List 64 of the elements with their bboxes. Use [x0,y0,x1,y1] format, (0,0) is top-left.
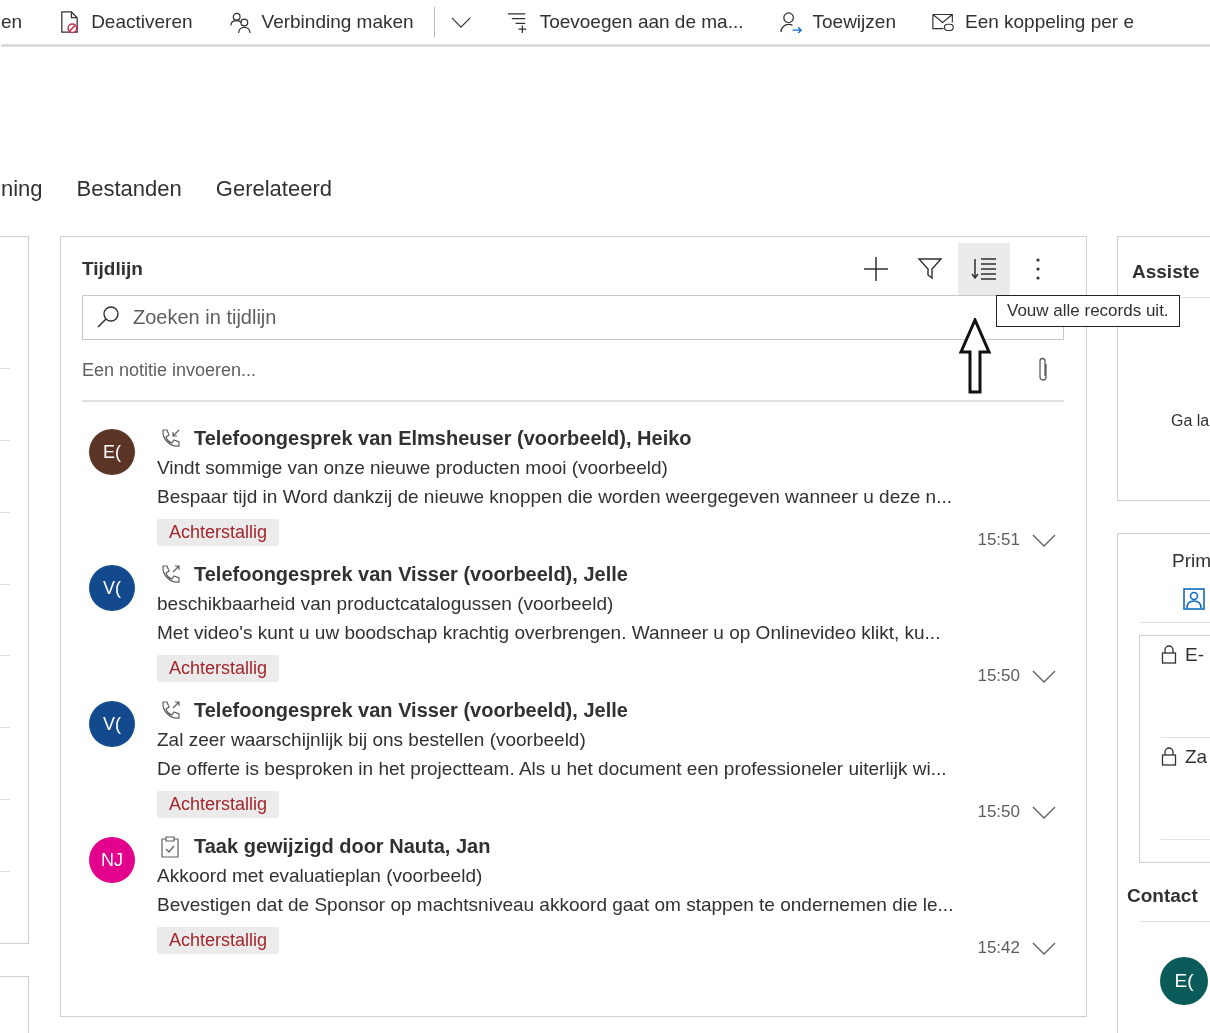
avatar: V( [89,701,135,747]
expand-chevron-icon[interactable] [1032,669,1056,683]
activity-subject: beschikbaarheid van productcatalogussen (voorbeeld) [157,592,615,616]
expand-chevron-icon[interactable] [1032,805,1056,819]
expand-chevron-icon[interactable] [1032,941,1056,955]
assistant-message: Ga la [1171,412,1210,430]
status-tag: Achterstallig [157,518,280,546]
activity-subject: Zal zeer waarschijnlijk bij ons bestellen (voorbeeld) [157,728,587,752]
outgoing-call-icon [159,699,181,722]
activity-description: Bespaar tijd in Word dankzij de nieuwe knoppen die worden weergegeven wanneer u deze n... [157,485,953,509]
expand-all-button[interactable] [958,243,1010,295]
avatar: NJ [89,837,135,883]
field-label: Prim [1172,550,1210,572]
avatar: V( [89,565,135,611]
incoming-call-icon [159,427,181,450]
card-title: Tijdlijn [82,258,144,280]
card-title: Assiste [1132,261,1201,283]
sort-list-icon [971,256,997,282]
activity-time: 15:50 [977,666,1020,686]
tab[interactable]: Bestanden [76,173,182,205]
activity-title[interactable]: Telefoongesprek van Visser (voorbeeld), Jelle [194,563,628,586]
activity-title[interactable]: Telefoongesprek van Visser (voorbeeld), Jelle [194,699,628,722]
up-arrow-icon [958,318,992,394]
field-label: Za [1185,746,1208,768]
activity-description: De offerte is besproken in het projectteam. Als u het document een professioneler uiterlijk wi... [157,757,948,781]
toolbar-button[interactable]: en [1,11,23,33]
activity-description: Bevestigen dat de Sponsor op machtsniveau akkoord gaat om stappen te ondernemen die le... [157,893,955,917]
lock-icon [1161,644,1177,664]
lock-icon [1161,746,1177,766]
activity-description: Met video's kunt u uw boodschap krachtig overbrengen. Wanneer u op Onlinevideo klikt, ku... [157,621,942,645]
toolbar-button[interactable]: Toevoegen aan de ma... [506,10,744,34]
people-icon [228,10,252,34]
toolbar-button[interactable]: Toewijzen [779,10,896,34]
activity-title[interactable]: Taak gewijzigd door Nauta, Jan [194,835,491,858]
tab[interactable]: ning [1,173,43,205]
task-checklist-icon [159,835,181,858]
outgoing-call-icon [159,563,181,586]
contact-card-icon[interactable] [1183,588,1205,610]
activity-time: 15:50 [977,802,1020,822]
avatar: E( [89,429,135,475]
activity-time: 15:42 [977,938,1020,958]
toolbar-button[interactable]: Deactiveren [58,10,193,34]
section-title: Contact [1127,885,1199,907]
person-arrow-icon [779,10,803,34]
tooltip: Vouw alle records uit. [996,295,1180,327]
paperclip-icon[interactable] [1036,357,1050,383]
note-field[interactable]: Een notitie invoeren... [82,359,1036,381]
status-tag: Achterstallig [157,926,280,954]
activity-subject: Akkoord met evaluatieplan (voorbeeld) [157,864,484,888]
activity-subject: Vindt sommige van onze nieuwe producten mooi (voorbeeld) [157,456,669,480]
activity-title[interactable]: Telefoongesprek van Elmsheuser (voorbeeld), Heiko [194,427,692,450]
chevron-down-icon[interactable] [450,16,471,28]
toolbar-button[interactable]: Een koppeling per e [931,10,1134,34]
plus-icon[interactable] [863,256,889,282]
tab[interactable]: Gerelateerd [215,173,332,205]
expand-chevron-icon[interactable] [1032,533,1056,547]
avatar: E( [1160,957,1208,1005]
field-label: E- [1185,644,1204,666]
search-icon [96,305,120,329]
status-tag: Achterstallig [157,654,280,682]
status-tag: Achterstallig [157,790,280,818]
toolbar-button[interactable]: Verbinding maken [228,10,414,34]
activity-time: 15:51 [977,530,1020,550]
filter-icon[interactable] [917,256,943,282]
